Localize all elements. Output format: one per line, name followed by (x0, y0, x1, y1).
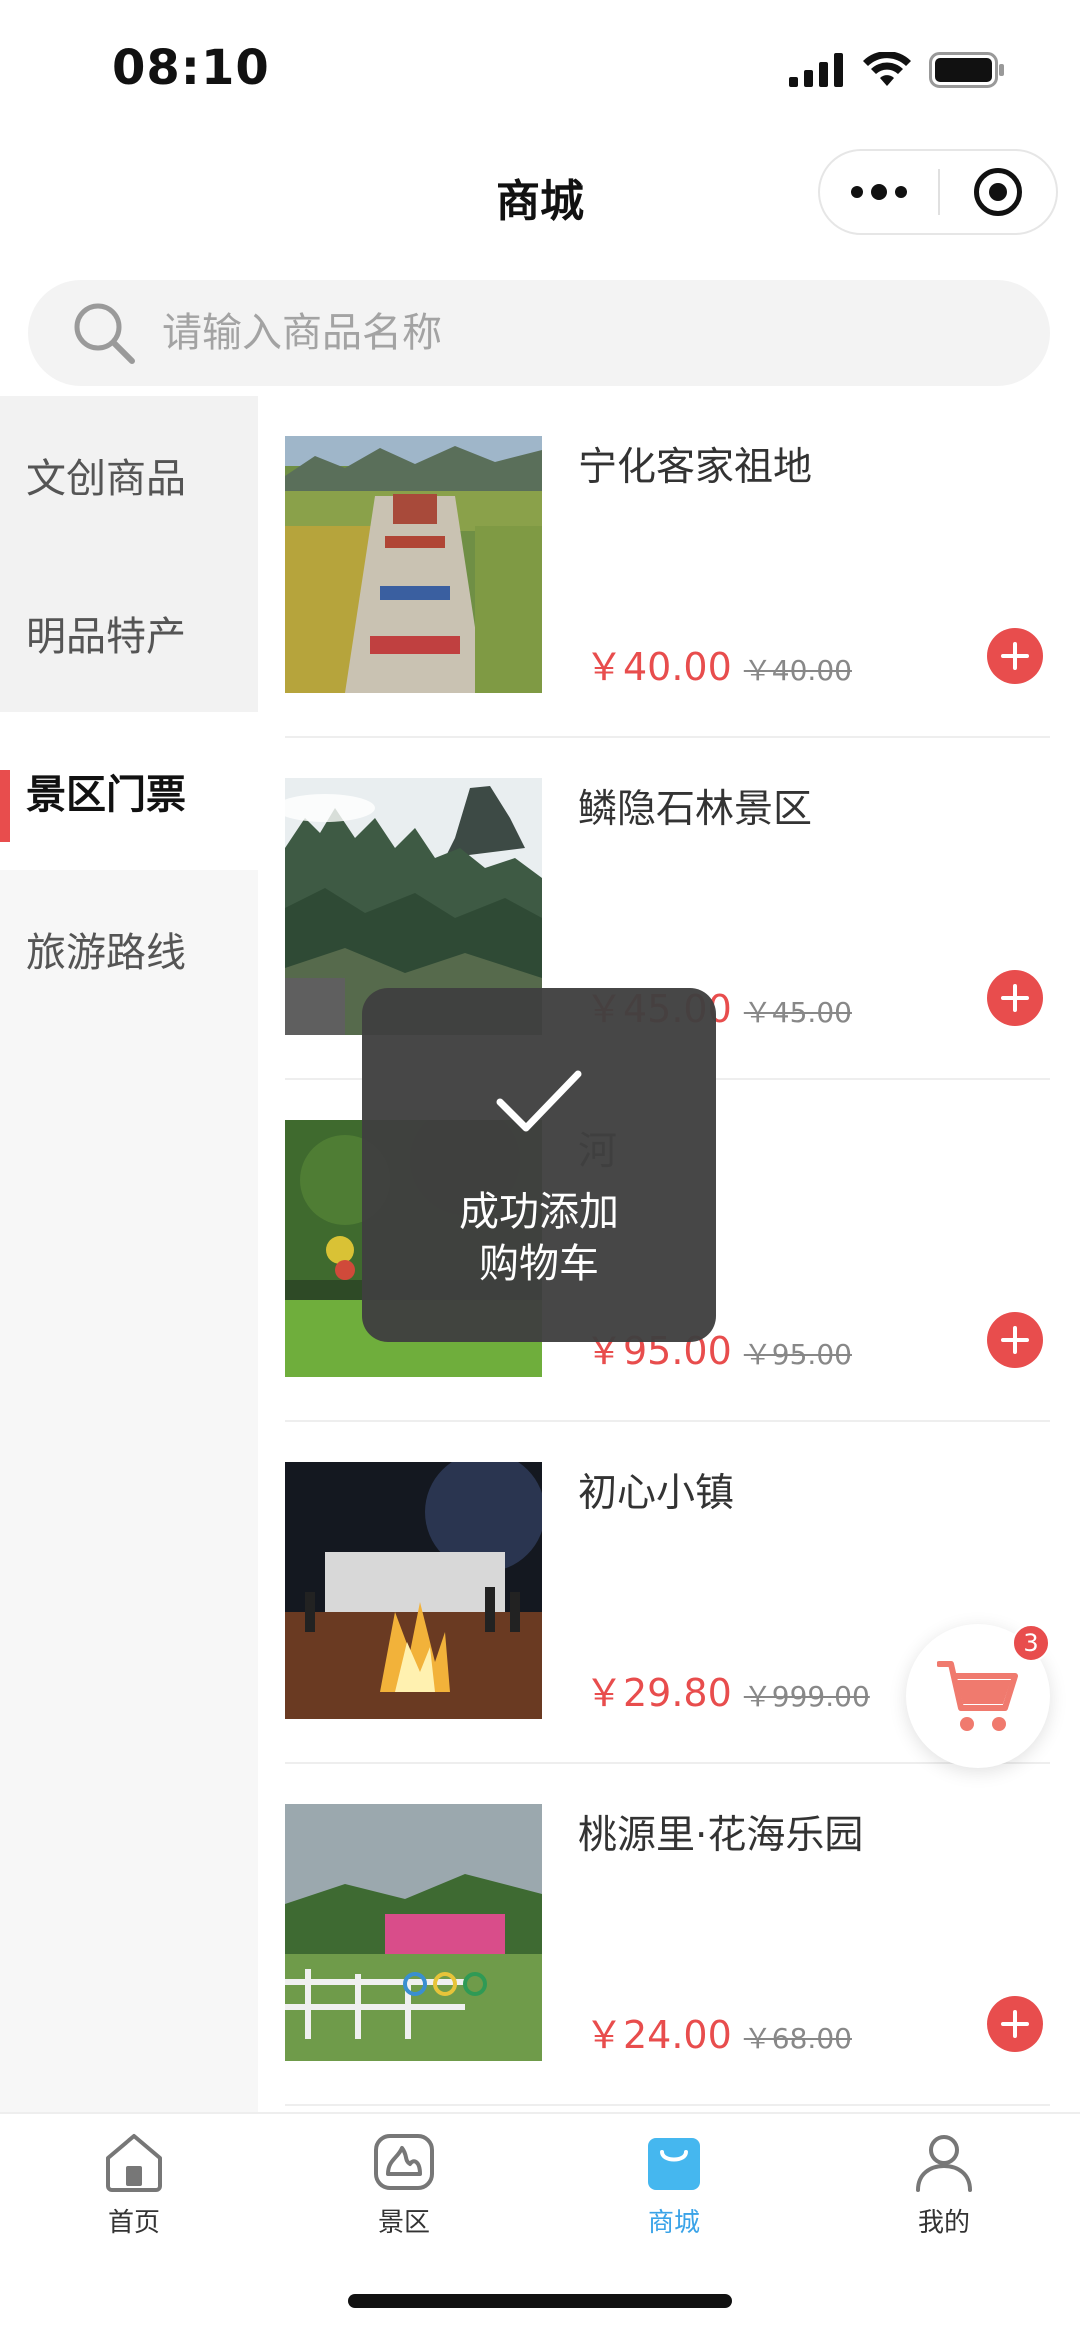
original-price: ￥68.00 (743, 2022, 852, 2055)
scenic-icon (374, 2134, 434, 2190)
product-image[interactable] (285, 436, 542, 693)
price-row: ￥29.80 ￥999.00 (585, 1662, 870, 1717)
more-dot-icon (871, 184, 887, 200)
price-row: ￥24.00 ￥68.00 (585, 2004, 852, 2059)
category-item[interactable]: 文创商品 (0, 396, 258, 554)
home-indicator[interactable] (348, 2294, 732, 2308)
target-icon (974, 168, 1022, 216)
battery-icon (929, 52, 1004, 88)
toast-line: 成功添加 (459, 1189, 619, 1235)
original-price: ￥999.00 (743, 1680, 870, 1713)
shop-bag-icon (648, 2138, 700, 2190)
status-icons (789, 52, 1005, 88)
tab-label: 商城 (647, 2208, 700, 2238)
user-icon (916, 2135, 972, 2192)
product-name: 桃源里·花海乐园 (578, 1813, 864, 1858)
more-button[interactable] (820, 151, 938, 233)
more-dot-icon (851, 186, 863, 198)
product-name: 初心小镇 (578, 1471, 735, 1516)
add-to-cart-button[interactable] (987, 970, 1043, 1026)
checkmark-icon (496, 1070, 582, 1132)
product-price: ￥24.00 (585, 2013, 732, 2057)
success-toast: 成功添加 购物车 (362, 988, 716, 1342)
toast-message: 成功添加 购物车 (439, 1186, 639, 1290)
product-image[interactable] (285, 1462, 542, 1719)
product-image[interactable] (285, 1804, 542, 2061)
add-to-cart-button[interactable] (987, 1996, 1043, 2052)
mall-page: 08:10 商城 请输入商品名称 文创商品 明品特产 景区门票 旅游路线 宁化客… (0, 0, 1080, 2337)
product-price: ￥40.00 (585, 645, 732, 689)
status-bar: 08:10 (0, 0, 1080, 135)
tab-label: 首页 (107, 2208, 160, 2238)
toast-line: 购物车 (479, 1241, 599, 1287)
scenic-photo-bonfire-town (285, 1462, 542, 1719)
search-input[interactable] (162, 310, 962, 356)
plus-icon (1001, 1326, 1029, 1354)
signal-icon (789, 53, 843, 87)
original-price: ￥45.00 (743, 996, 852, 1029)
close-miniprogram-button[interactable] (940, 151, 1056, 233)
tab-home[interactable]: 首页 (34, 2130, 234, 2250)
search-icon (74, 303, 135, 364)
plus-icon (1001, 2010, 1029, 2038)
tab-label: 我的 (917, 2208, 970, 2238)
tab-label: 景区 (377, 2208, 430, 2238)
plus-icon (1001, 984, 1029, 1012)
scenic-photo-flower-park (285, 1804, 542, 2061)
wifi-icon (863, 52, 911, 86)
original-price: ￥40.00 (743, 654, 852, 687)
status-time: 08:10 (112, 40, 270, 96)
search-bar[interactable] (28, 280, 1050, 386)
plus-icon (1001, 642, 1029, 670)
shopping-cart-icon (937, 1661, 1018, 1731)
product-price: ￥29.80 (585, 1671, 732, 1715)
nav-bar: 商城 (0, 135, 1080, 265)
category-item-active[interactable]: 景区门票 (0, 712, 258, 870)
scenic-photo-ancestral-hall (285, 436, 542, 693)
product-item[interactable]: 宁化客家祖地 ￥40.00 ￥40.00 (285, 396, 1050, 738)
price-row: ￥40.00 ￥40.00 (585, 636, 852, 691)
original-price: ￥95.00 (743, 1338, 852, 1371)
product-name: 鳞隐石林景区 (578, 787, 813, 832)
add-to-cart-button[interactable] (987, 628, 1043, 684)
category-item[interactable]: 明品特产 (0, 554, 258, 712)
category-item[interactable]: 旅游路线 (0, 870, 258, 1028)
product-name: 宁化客家祖地 (578, 445, 813, 490)
tab-shop[interactable]: 商城 (574, 2130, 774, 2250)
miniprogram-capsule (818, 149, 1058, 235)
category-sidebar: 文创商品 明品特产 景区门票 旅游路线 (0, 396, 258, 2112)
cart-count-badge: 3 (1012, 1624, 1050, 1662)
tab-mine[interactable]: 我的 (844, 2130, 1044, 2250)
product-item[interactable]: 桃源里·花海乐园 ￥24.00 ￥68.00 (285, 1764, 1050, 2106)
tab-scenic[interactable]: 景区 (304, 2130, 504, 2250)
add-to-cart-button[interactable] (987, 1312, 1043, 1368)
more-dot-icon (895, 186, 907, 198)
home-icon (106, 2134, 162, 2192)
